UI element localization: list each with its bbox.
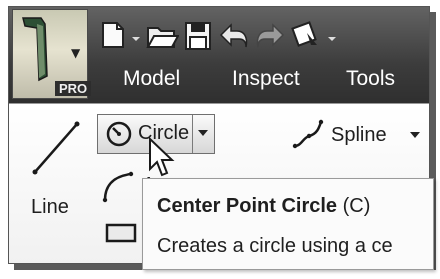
- spline-label[interactable]: Spline: [331, 124, 387, 147]
- arc-icon[interactable]: [99, 168, 139, 204]
- line-icon[interactable]: [29, 118, 83, 178]
- undo-icon[interactable]: [217, 19, 251, 53]
- mouse-pointer-icon: [149, 137, 175, 177]
- tab-model[interactable]: Model: [123, 67, 180, 91]
- new-file-icon[interactable]: [97, 19, 131, 53]
- application-menu-button[interactable]: ▼ PRO: [12, 9, 92, 99]
- app-logo-icon: [22, 17, 48, 82]
- spline-icon[interactable]: [291, 118, 331, 152]
- tooltip-command-name: Center Point Circle: [157, 195, 338, 217]
- tab-tools[interactable]: Tools: [346, 67, 395, 91]
- open-folder-icon[interactable]: [145, 19, 179, 53]
- appearance-icon[interactable]: [289, 19, 323, 53]
- appearance-dropdown-icon[interactable]: [323, 19, 341, 53]
- redo-icon[interactable]: [253, 19, 287, 53]
- tooltip-title: Center Point Circle (C): [157, 195, 370, 218]
- tooltip-description: Creates a circle using a ce: [157, 235, 393, 257]
- chevron-down-icon: [198, 130, 208, 136]
- spline-dropdown-icon[interactable]: [409, 130, 421, 140]
- tooltip-shortcut: (C): [342, 195, 371, 217]
- circle-dropdown-button[interactable]: [192, 115, 214, 153]
- line-label[interactable]: Line: [31, 196, 69, 219]
- circle-icon: [106, 121, 132, 147]
- tab-inspect[interactable]: Inspect: [232, 67, 300, 91]
- pro-badge: PRO: [55, 81, 92, 96]
- tooltip: Center Point Circle (C) Creates a circle…: [142, 178, 434, 270]
- save-icon[interactable]: [181, 19, 215, 53]
- title-bar: ▼ PRO Model Inspect Tools: [9, 7, 429, 103]
- app-menu-dropdown-icon: ▼: [71, 46, 81, 60]
- new-dropdown-icon[interactable]: [127, 19, 145, 53]
- rectangle-icon[interactable]: [101, 220, 141, 246]
